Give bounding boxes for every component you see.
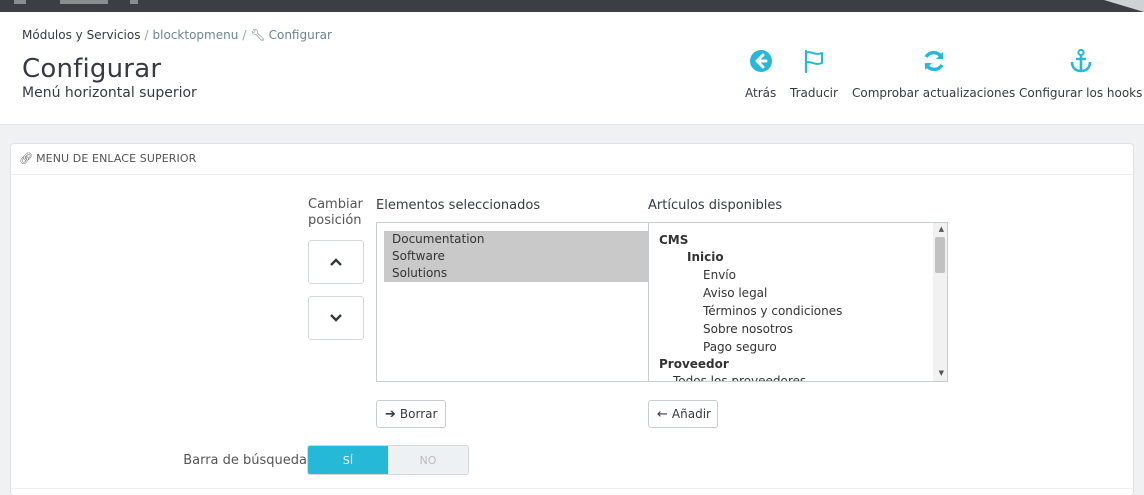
search-bar-switch[interactable]: SÍ NO	[307, 445, 469, 475]
link-icon: 🔗︎	[19, 152, 34, 165]
flag-icon	[804, 49, 823, 74]
scroll-up-icon[interactable]: ▲	[939, 225, 944, 233]
available-group[interactable]: CMS	[659, 233, 688, 247]
switch-no[interactable]: NO	[388, 446, 468, 474]
move-up-button[interactable]	[308, 240, 364, 284]
anchor-icon	[1070, 48, 1091, 73]
change-position-label: Cambiar posición	[308, 197, 363, 228]
breadcrumb-current: Configurar	[268, 28, 332, 42]
translate-button[interactable]: Traducir	[790, 48, 838, 100]
panel-title: MENU DE ENLACE SUPERIOR	[36, 152, 197, 165]
page-header: Módulos y Servicios / blocktopmenu / 🔧︎ Confi…	[0, 12, 1144, 125]
available-item[interactable]: Sobre nosotros	[703, 322, 793, 336]
chevron-up-icon	[330, 258, 342, 266]
topbar-corner	[1104, 0, 1144, 12]
switch-yes[interactable]: SÍ	[308, 446, 388, 474]
check-updates-button[interactable]: Comprobar actualizaciones	[852, 48, 1015, 100]
top-menu-panel: 🔗︎ MENU DE ENLACE SUPERIOR Cambiar posici…	[10, 143, 1134, 495]
panel-heading: 🔗︎ MENU DE ENLACE SUPERIOR	[11, 144, 1133, 175]
configure-hooks-label: Configurar los hooks	[1019, 86, 1143, 100]
breadcrumb-module[interactable]: blocktopmenu	[153, 28, 239, 42]
available-item[interactable]: Todos los proveedores	[673, 374, 806, 381]
available-items-list[interactable]: CMS Inicio Envío Aviso legal Términos y …	[648, 222, 948, 382]
search-bar-label: Barra de búsqueda	[183, 453, 307, 468]
available-group[interactable]: Proveedor	[659, 357, 729, 371]
move-down-button[interactable]	[308, 296, 364, 340]
breadcrumb: Módulos y Servicios / blocktopmenu / 🔧︎ Confi…	[22, 28, 332, 42]
selected-item[interactable]: Software	[384, 248, 649, 265]
remove-button[interactable]: ➔ Borrar	[376, 400, 446, 428]
topbar-decoration	[130, 0, 138, 4]
back-button[interactable]: Atrás	[745, 48, 776, 100]
page-title: Configurar	[22, 54, 162, 84]
back-label: Atrás	[745, 86, 777, 100]
topbar-decoration	[14, 0, 26, 4]
available-item[interactable]: Envío	[703, 268, 736, 282]
wrench-icon: 🔧︎	[250, 28, 266, 42]
back-circle-icon	[749, 50, 772, 72]
available-subgroup[interactable]: Inicio	[687, 250, 724, 264]
refresh-icon	[924, 50, 944, 72]
list-scrollbar[interactable]: ▲ ▼	[933, 223, 947, 381]
chevron-down-icon	[330, 314, 342, 322]
panel-divider	[11, 488, 1133, 489]
available-item[interactable]: Pago seguro	[703, 340, 777, 354]
available-items-title: Artículos disponibles	[648, 198, 783, 213]
arrow-right-icon: ➔	[385, 406, 396, 422]
topbar-decoration	[60, 0, 108, 4]
available-item[interactable]: Términos y condiciones	[703, 304, 842, 318]
selected-items-list[interactable]: Documentation Software Solutions	[376, 222, 650, 382]
translate-label: Traducir	[790, 86, 838, 100]
selected-items-title: Elementos seleccionados	[376, 198, 541, 213]
selected-item[interactable]: Solutions	[384, 265, 649, 282]
admin-top-bar	[0, 0, 1144, 12]
breadcrumb-root[interactable]: Módulos y Servicios	[22, 28, 140, 42]
check-updates-label: Comprobar actualizaciones	[852, 86, 1016, 100]
available-item[interactable]: Aviso legal	[703, 286, 767, 300]
selected-item[interactable]: Documentation	[384, 231, 649, 248]
arrow-left-icon: ←	[657, 406, 668, 422]
configure-hooks-button[interactable]: Configurar los hooks	[1019, 48, 1142, 100]
scroll-thumb[interactable]	[935, 237, 945, 273]
scroll-down-icon[interactable]: ▼	[939, 369, 944, 377]
page-subtitle: Menú horizontal superior	[22, 85, 197, 101]
add-button[interactable]: ← Añadir	[648, 400, 718, 428]
